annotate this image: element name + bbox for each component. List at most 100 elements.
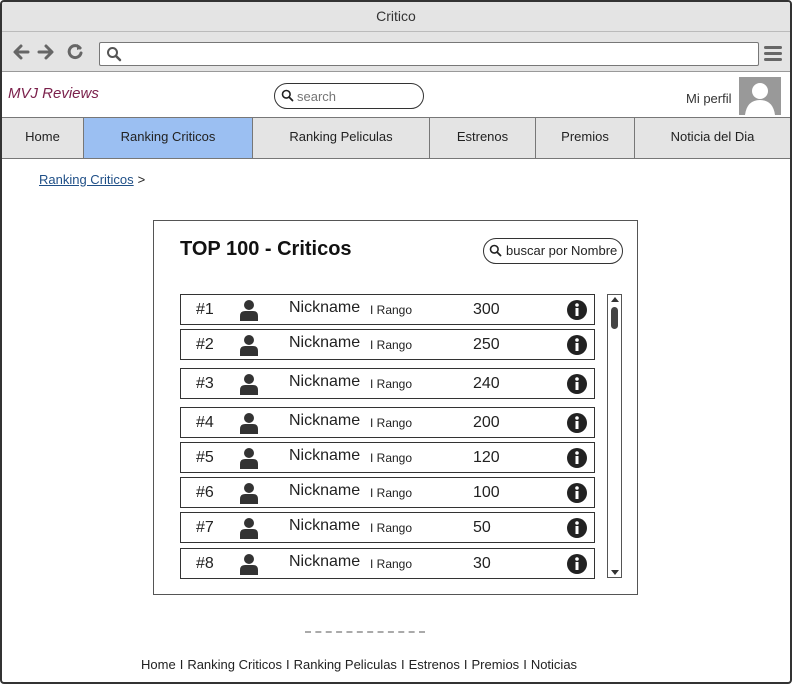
user-icon — [239, 373, 259, 400]
search-icon — [106, 46, 122, 62]
browser-window: Critico MVJ Reviews Mi perfil — [0, 0, 792, 684]
pagination-placeholder — [305, 631, 425, 633]
footer-separator: I — [179, 657, 184, 672]
ranking-panel: TOP 100 - Criticos buscar por Nombre #1 … — [153, 220, 638, 595]
table-row[interactable]: #8 Nickname I Rango 30 — [180, 548, 595, 579]
user-icon — [239, 447, 259, 474]
site-header: MVJ Reviews Mi perfil — [2, 73, 790, 118]
user-icon — [239, 553, 259, 580]
breadcrumb-link-ranking-criticos[interactable]: Ranking Criticos — [39, 172, 134, 187]
footer-link-ranking-criticos[interactable]: Ranking Criticos — [187, 657, 282, 672]
avatar[interactable] — [739, 77, 781, 115]
info-icon[interactable] — [567, 518, 587, 543]
footer-link-premios[interactable]: Premios — [472, 657, 520, 672]
rank-label: #2 — [196, 336, 214, 353]
footer-link-home[interactable]: Home — [141, 657, 176, 672]
table-row[interactable]: #5 Nickname I Rango 120 — [180, 442, 595, 473]
arrow-right-icon[interactable] — [36, 42, 56, 62]
rank-label: #5 — [196, 449, 214, 466]
breadcrumb-separator: > — [137, 172, 146, 187]
rango: I Rango — [370, 416, 413, 430]
rango: I Rango — [370, 486, 413, 500]
scroll-down-arrow-icon[interactable] — [611, 570, 619, 575]
score: 50 — [473, 519, 491, 536]
rango: I Rango — [370, 303, 413, 317]
hamburger-menu-icon[interactable] — [764, 46, 782, 62]
rank-label: #7 — [196, 519, 214, 536]
rango: I Rango — [370, 377, 413, 391]
name-search-label: buscar por Nombre — [506, 243, 618, 258]
rango: I Rango — [370, 557, 413, 571]
ranking-scrollbar[interactable] — [607, 294, 622, 578]
site-search[interactable] — [274, 83, 424, 109]
table-row[interactable]: #3 Nickname I Rango 240 — [180, 368, 595, 399]
page-title: TOP 100 - Criticos — [180, 238, 352, 260]
rango: I Rango — [370, 338, 413, 352]
rank-label: #6 — [196, 484, 214, 501]
breadcrumb: Ranking Criticos > — [39, 172, 145, 187]
tab-estrenos[interactable]: Estrenos — [430, 118, 536, 158]
reload-icon[interactable] — [65, 42, 85, 62]
nickname[interactable]: Nickname — [289, 482, 360, 500]
address-bar[interactable] — [99, 42, 759, 66]
rank-label: #4 — [196, 414, 214, 431]
rango: I Rango — [370, 451, 413, 465]
info-icon[interactable] — [567, 374, 587, 399]
tab-premios[interactable]: Premios — [536, 118, 635, 158]
main-nav: Home Ranking Criticos Ranking Peliculas … — [2, 117, 790, 159]
table-row[interactable]: #2 Nickname I Rango 250 — [180, 329, 595, 360]
user-icon — [239, 334, 259, 361]
score: 300 — [473, 301, 500, 318]
score: 100 — [473, 484, 500, 501]
footer-separator: I — [463, 657, 468, 672]
window-title: Critico — [2, 2, 790, 32]
scroll-thumb[interactable] — [611, 307, 618, 329]
table-row[interactable]: #1 Nickname I Rango 300 — [180, 294, 595, 325]
info-icon[interactable] — [567, 483, 587, 508]
arrow-left-icon[interactable] — [11, 42, 31, 62]
footer-link-ranking-peliculas[interactable]: Ranking Peliculas — [294, 657, 397, 672]
user-icon — [239, 412, 259, 439]
info-icon[interactable] — [567, 335, 587, 360]
nickname[interactable]: Nickname — [289, 412, 360, 430]
footer-link-noticias[interactable]: Noticias — [531, 657, 577, 672]
rango: I Rango — [370, 521, 413, 535]
brand-logo[interactable]: MVJ Reviews — [8, 85, 99, 102]
nickname[interactable]: Nickname — [289, 553, 360, 571]
user-icon — [239, 517, 259, 544]
rank-label: #1 — [196, 301, 214, 318]
table-row[interactable]: #7 Nickname I Rango 50 — [180, 512, 595, 543]
rank-label: #8 — [196, 555, 214, 572]
tab-ranking-peliculas[interactable]: Ranking Peliculas — [253, 118, 430, 158]
score: 120 — [473, 449, 500, 466]
search-icon — [489, 244, 502, 262]
nickname[interactable]: Nickname — [289, 299, 360, 317]
score: 30 — [473, 555, 491, 572]
profile-link[interactable]: Mi perfil — [686, 91, 732, 106]
nickname[interactable]: Nickname — [289, 517, 360, 535]
footer-separator: I — [523, 657, 527, 672]
table-row[interactable]: #4 Nickname I Rango 200 — [180, 407, 595, 438]
nickname[interactable]: Nickname — [289, 373, 360, 391]
scroll-up-arrow-icon[interactable] — [611, 297, 619, 302]
tab-ranking-criticos[interactable]: Ranking Criticos — [84, 118, 253, 158]
info-icon[interactable] — [567, 554, 587, 579]
name-search-input[interactable]: buscar por Nombre — [483, 238, 623, 264]
footer-separator: I — [285, 657, 290, 672]
footer-link-estrenos[interactable]: Estrenos — [409, 657, 460, 672]
score: 250 — [473, 336, 500, 353]
info-icon[interactable] — [567, 300, 587, 325]
tab-noticia-del-dia[interactable]: Noticia del Dia — [635, 118, 790, 158]
nickname[interactable]: Nickname — [289, 447, 360, 465]
tab-home[interactable]: Home — [2, 118, 84, 158]
info-icon[interactable] — [567, 413, 587, 438]
nickname[interactable]: Nickname — [289, 334, 360, 352]
score: 240 — [473, 375, 500, 392]
footer-separator: I — [400, 657, 405, 672]
info-icon[interactable] — [567, 448, 587, 473]
footer-links: Home I Ranking Criticos I Ranking Peliculas I… — [141, 657, 577, 672]
score: 200 — [473, 414, 500, 431]
search-icon — [281, 89, 294, 107]
search-input[interactable] — [297, 87, 417, 105]
table-row[interactable]: #6 Nickname I Rango 100 — [180, 477, 595, 508]
